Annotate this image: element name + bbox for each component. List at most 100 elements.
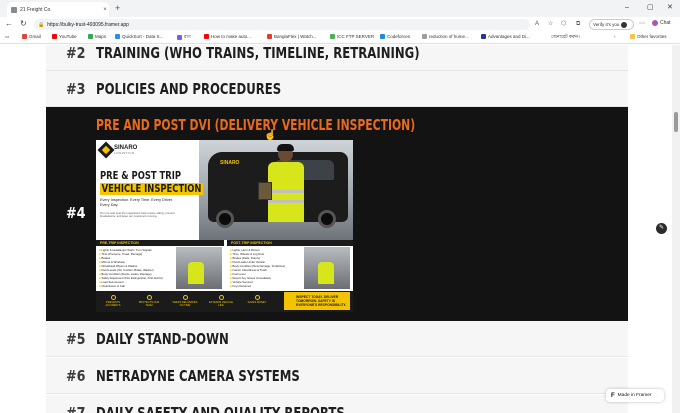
bookmark-how-to-make[interactable]: How to make auto... — [204, 34, 251, 39]
bookmark-icc-ftp[interactable]: ICC FTP SERVER — [330, 34, 374, 39]
gmail-icon — [22, 34, 27, 39]
split-screen-icon[interactable]: ⧉ — [576, 20, 580, 28]
infographic-tagline: Every Inspection. Every Time. Every Driv… — [100, 198, 174, 207]
verify-label: Verify it's you — [593, 22, 620, 27]
section-number: #6 — [66, 366, 86, 385]
footer-benefit: PREVENTS ACCIDENTS — [100, 295, 126, 307]
section-number: #5 — [66, 329, 86, 348]
framer-badge-label: Made in Framer — [617, 393, 652, 398]
browser-window: 21 Freight Co. × + – ▢ ✕ ← ↻ 🔒 https://b… — [0, 0, 680, 413]
more-menu-icon[interactable]: ⋯ — [639, 20, 645, 28]
made-in-framer-badge[interactable]: F Made in Framer — [606, 389, 664, 402]
bookmark-codeforces[interactable]: Codeforces — [380, 34, 410, 39]
bookmark-youtube[interactable]: YouTube — [52, 34, 77, 39]
infographic-headline-highlight: VEHICLE INSPECTION — [100, 183, 204, 195]
read-aloud-icon[interactable]: A — [535, 20, 539, 28]
site-favicon-icon — [11, 6, 17, 13]
bookmark-maps[interactable]: Maps — [88, 34, 106, 39]
url-text: https://bulky-trust-493095.framer.app — [47, 21, 129, 28]
chevron-right-icon[interactable]: › — [614, 34, 616, 39]
infographic-description: Our pre and post trip inspections help e… — [100, 211, 175, 219]
bookmark-icon — [177, 35, 182, 40]
list-item: Keys Returned — [230, 284, 285, 288]
browser-tab[interactable]: 21 Freight Co. × — [7, 2, 109, 17]
bookmark-gmail[interactable]: Gmail — [22, 34, 41, 39]
page-content: #2 TRAINING (WHO TRAINS, TIMELINE, RETRA… — [0, 45, 680, 413]
youtube-icon — [204, 34, 209, 39]
driver-figure — [258, 140, 308, 240]
pre-trip-list: Lights & Headlamps Work / Turn Signals T… — [99, 248, 163, 288]
avatar — [621, 21, 628, 28]
section-row-4-expanded[interactable]: #4 PRE AND POST DVI (DELIVERY VEHICLE IN… — [46, 107, 628, 321]
scrollbar-thumb[interactable] — [674, 112, 678, 132]
section-row-3[interactable]: #3 POLICIES AND PROCEDURES — [46, 71, 628, 107]
framer-logo-icon: F — [611, 392, 615, 399]
section-title: DAILY STAND-DOWN — [96, 329, 229, 348]
edit-pencil-icon[interactable]: ✎ — [656, 223, 667, 234]
refresh-icon[interactable]: ↻ — [20, 19, 27, 29]
bookmark-reduction[interactable]: reduction of hume... — [422, 34, 469, 39]
money-icon — [254, 295, 260, 300]
maximize-button[interactable]: ▢ — [647, 3, 654, 13]
sinaro-logo: SINARO LOGISTICS — [97, 141, 137, 159]
back-arrow-icon[interactable]: ← — [5, 19, 13, 29]
extensions-icon[interactable]: ⬡ — [561, 20, 566, 28]
footer-benefit: SAVES MONEY — [244, 295, 270, 304]
section-title: DAILY SAFETY AND QUALITY REPORTS — [96, 403, 345, 413]
van-brand-text: SINARO — [220, 160, 240, 166]
bookmark-raag[interactable]: রাগ — [177, 34, 191, 41]
section-row-2[interactable]: #2 TRAINING (WHO TRAINS, TIMELINE, RETRA… — [46, 45, 628, 71]
brand-sub: LOGISTICS — [114, 151, 135, 155]
section-number: #7 — [66, 403, 86, 413]
maps-icon — [88, 34, 93, 39]
section-row-6[interactable]: #6 NETRADYNE CAMERA SYSTEMS — [46, 358, 628, 394]
bookmark-generate[interactable]: জেনারেট করুন। — [551, 34, 580, 41]
bookmark-icon — [422, 34, 427, 39]
copilot-chat-button[interactable]: Chat — [652, 20, 671, 26]
section-number: #2 — [66, 45, 86, 62]
footer-benefit: KEEPS DELIVERIES ON TIME — [172, 295, 198, 307]
youtube-icon — [52, 34, 57, 39]
section-title: NETRADYNE CAMERA SYSTEMS — [96, 366, 300, 385]
copilot-icon — [652, 20, 658, 26]
bookmark-icon — [115, 34, 120, 39]
post-trip-heading: POST-TRIP INSPECTION — [227, 240, 353, 246]
section-title: POLICIES AND PROCEDURES — [96, 79, 282, 98]
favorite-star-icon[interactable]: ☆ — [548, 20, 553, 28]
bookmark-icon — [267, 34, 272, 39]
inspection-infographic: SINARO SINARO LOGISTICS PRE & POST TRIP … — [96, 140, 353, 312]
address-bar[interactable]: 🔒 https://bulky-trust-493095.framer.app — [34, 19, 530, 30]
bookmark-advantages[interactable]: Advantages and Di... — [481, 34, 530, 39]
logo-icon — [97, 141, 115, 159]
profile-verify-button[interactable]: Verify it's you — [589, 19, 634, 30]
bookmark-icon — [330, 34, 335, 39]
tab-strip: 21 Freight Co. × + – ▢ ✕ — [0, 0, 680, 17]
minimize-button[interactable]: – — [625, 3, 629, 13]
close-window-button[interactable]: ✕ — [667, 3, 673, 13]
section-title: PRE AND POST DVI (DELIVERY VEHICLE INSPE… — [96, 116, 416, 134]
shield-icon — [110, 295, 116, 300]
bookmark-banglaflex[interactable]: BanglaFlex | Watch... — [267, 34, 317, 39]
bookmarks-manager-icon[interactable]: ▭ — [5, 34, 9, 40]
wrench-icon — [218, 295, 224, 300]
bookmark-quicksort[interactable]: QuickSort - Data S... — [115, 34, 163, 39]
footer-benefit: EXTENDS VEHICLE LIFE — [208, 295, 234, 307]
vest-figure — [318, 262, 334, 284]
section-row-7[interactable]: #7 DAILY SAFETY AND QUALITY REPORTS — [46, 395, 628, 413]
list-item: Cleanliness of Cab — [99, 284, 163, 288]
bookmarks-bar: ▭ Gmail YouTube Maps QuickSort - Data S.… — [0, 32, 680, 44]
section-number: #4 — [66, 204, 86, 222]
vest-figure — [188, 262, 204, 284]
new-tab-button[interactable]: + — [115, 3, 120, 13]
lock-icon: 🔒 — [38, 21, 45, 28]
van-wheel — [216, 210, 234, 228]
folder-icon — [630, 34, 635, 39]
section-row-5[interactable]: #5 DAILY STAND-DOWN — [46, 321, 628, 357]
tab-close-icon[interactable]: × — [101, 7, 109, 13]
page-scrollbar[interactable] — [672, 45, 680, 413]
chat-label: Chat — [660, 20, 671, 26]
inspect-today-badge: INSPECT TODAY. DELIVER TOMORROW. SAFETY … — [284, 292, 350, 310]
clock-icon — [182, 295, 188, 300]
other-favorites[interactable]: Other favorites — [630, 34, 667, 39]
section-title: TRAINING (WHO TRAINS, TIMELINE, RETRAINI… — [96, 45, 420, 62]
